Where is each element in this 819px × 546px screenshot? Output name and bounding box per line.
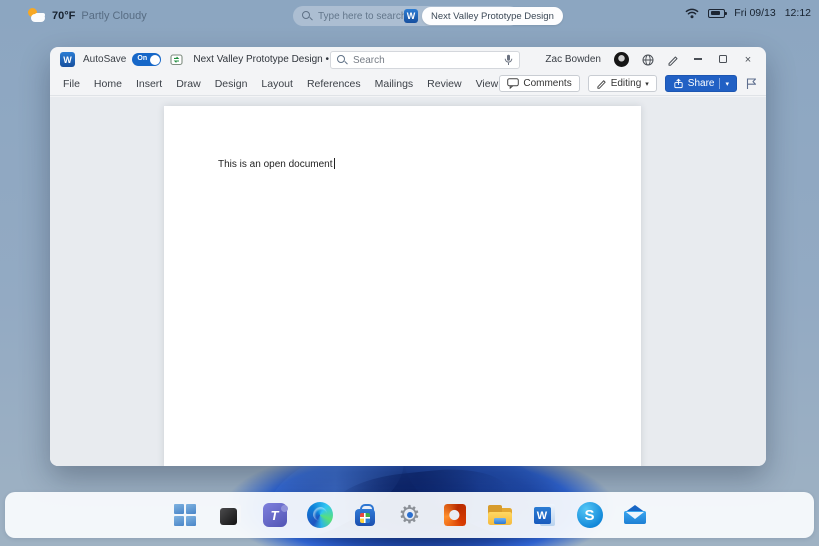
tab-insert[interactable]: Insert bbox=[129, 78, 169, 90]
microsoft-store-icon[interactable] bbox=[351, 501, 379, 529]
skype-icon[interactable]: S bbox=[576, 502, 603, 528]
user-name[interactable]: Zac Bowden bbox=[545, 54, 601, 65]
close-button[interactable]: × bbox=[742, 54, 754, 66]
search-icon bbox=[337, 55, 347, 65]
tab-review[interactable]: Review bbox=[420, 78, 468, 90]
word-taskbar-icon[interactable]: W bbox=[531, 501, 559, 529]
weather-condition: Partly Cloudy bbox=[81, 9, 147, 22]
teams-icon[interactable]: T bbox=[261, 501, 289, 529]
file-explorer-icon[interactable] bbox=[486, 501, 514, 529]
comments-button[interactable]: Comments bbox=[499, 75, 580, 92]
tab-file[interactable]: File bbox=[56, 78, 87, 90]
battery-icon[interactable] bbox=[708, 8, 728, 18]
save-status-icon[interactable] bbox=[170, 53, 183, 66]
autosave-toggle[interactable]: On bbox=[132, 53, 162, 66]
tray-date[interactable]: Fri 09/13 bbox=[734, 7, 775, 19]
minimize-button[interactable] bbox=[692, 54, 704, 66]
running-app-chip[interactable]: Next Valley Prototype Design bbox=[422, 7, 563, 25]
edge-browser-icon[interactable] bbox=[306, 502, 333, 528]
taskbar-search[interactable]: W Next Valley Prototype Design bbox=[293, 6, 563, 26]
share-icon bbox=[674, 78, 683, 89]
tab-layout[interactable]: Layout bbox=[254, 78, 300, 90]
editing-button[interactable]: Editing ▾ bbox=[587, 75, 657, 92]
word-titlebar: W AutoSave On Next Valley Prototype Desi… bbox=[50, 47, 766, 72]
taskbar-search-input[interactable] bbox=[318, 10, 404, 22]
top-bar: 70°F Partly Cloudy W Next Valley Prototy… bbox=[0, 0, 819, 30]
weather-widget[interactable]: 70°F Partly Cloudy bbox=[28, 8, 147, 23]
autosave-state: On bbox=[137, 55, 148, 63]
text-cursor bbox=[333, 158, 335, 169]
office-icon[interactable] bbox=[443, 504, 466, 526]
globe-icon[interactable] bbox=[642, 54, 654, 66]
tab-design[interactable]: Design bbox=[208, 78, 255, 90]
tab-draw[interactable]: Draw bbox=[169, 78, 208, 90]
wifi-icon[interactable] bbox=[685, 7, 699, 19]
tab-references[interactable]: References bbox=[300, 78, 368, 90]
start-button-icon[interactable] bbox=[171, 501, 199, 529]
chevron-down-icon: ▾ bbox=[645, 80, 649, 88]
weather-temperature: 70°F bbox=[52, 9, 76, 22]
tab-home[interactable]: Home bbox=[87, 78, 129, 90]
user-avatar[interactable] bbox=[614, 52, 629, 67]
word-search-input[interactable] bbox=[353, 54, 504, 66]
comment-icon bbox=[507, 78, 520, 89]
share-button[interactable]: Share ▾ bbox=[664, 75, 737, 92]
document-page[interactable]: This is an open document bbox=[164, 106, 641, 466]
taskbar: T W S bbox=[5, 492, 814, 538]
system-tray: Fri 09/13 12:12 bbox=[685, 7, 811, 19]
autosave-label: AutoSave bbox=[83, 54, 127, 65]
maximize-button[interactable] bbox=[717, 54, 729, 66]
ribbon-tab-row: File Home Insert Draw Design Layout Refe… bbox=[50, 72, 766, 96]
word-search-box[interactable] bbox=[330, 51, 520, 69]
flag-icon[interactable] bbox=[745, 77, 758, 90]
chevron-down-icon: ▾ bbox=[725, 80, 729, 88]
pen-icon[interactable] bbox=[667, 54, 679, 66]
word-app-icon[interactable]: W bbox=[404, 9, 418, 23]
ribbon-tabs: File Home Insert Draw Design Layout Refe… bbox=[56, 78, 541, 90]
document-canvas: This is an open document bbox=[50, 97, 766, 466]
word-app-icon: W bbox=[60, 52, 75, 67]
pencil-icon bbox=[597, 80, 606, 89]
mail-icon[interactable] bbox=[621, 501, 649, 529]
microphone-icon[interactable] bbox=[504, 54, 513, 66]
task-view-icon[interactable] bbox=[216, 501, 244, 529]
document-text[interactable]: This is an open document bbox=[218, 158, 335, 170]
partly-cloudy-icon bbox=[28, 8, 46, 23]
tray-time[interactable]: 12:12 bbox=[785, 7, 811, 19]
word-window: W AutoSave On Next Valley Prototype Desi… bbox=[50, 47, 766, 466]
settings-gear-icon[interactable] bbox=[396, 501, 424, 529]
search-icon bbox=[302, 11, 312, 21]
tab-mailings[interactable]: Mailings bbox=[368, 78, 421, 90]
